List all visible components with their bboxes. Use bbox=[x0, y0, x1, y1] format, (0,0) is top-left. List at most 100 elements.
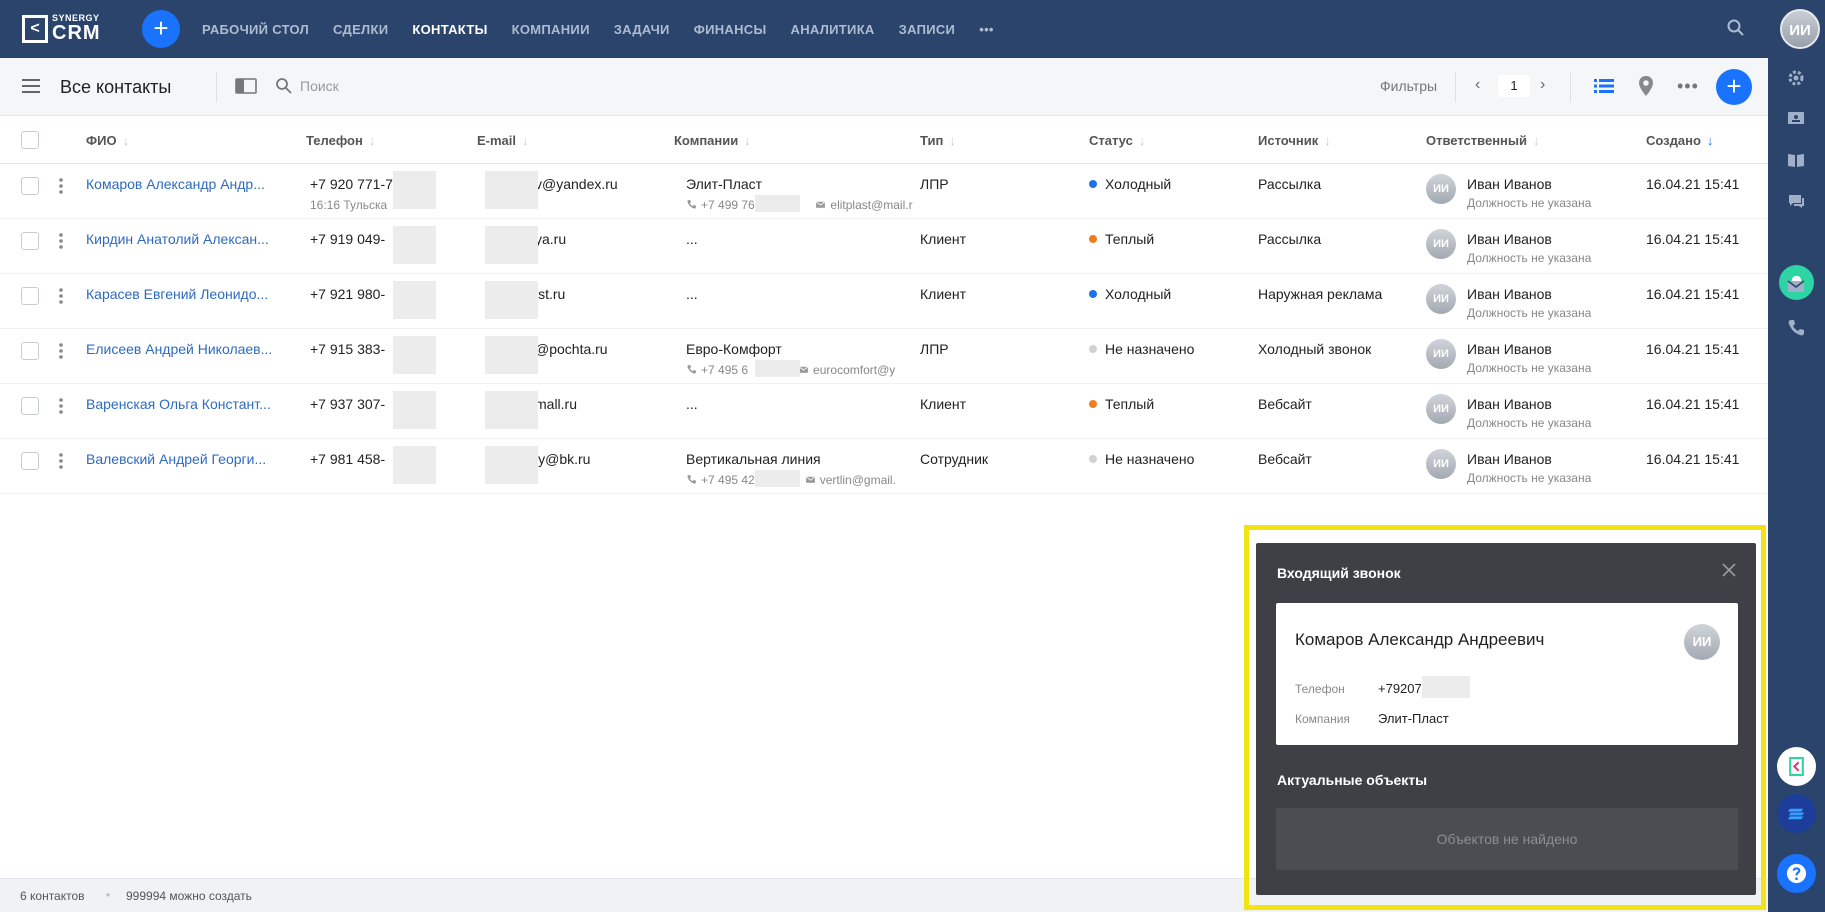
contact-email[interactable]: ya.ru bbox=[535, 231, 685, 247]
header-status[interactable]: Статус ↓ bbox=[1089, 133, 1145, 148]
caller-card[interactable]: Комаров Александр Андреевич ИИ Телефон +… bbox=[1276, 603, 1738, 745]
close-icon[interactable] bbox=[1722, 563, 1736, 577]
caller-company-value[interactable]: Элит-Пласт bbox=[1378, 711, 1449, 726]
page-number-input[interactable]: 1 bbox=[1498, 75, 1530, 97]
contact-company[interactable]: Вертикальная линия bbox=[686, 451, 926, 467]
stack-app-button[interactable] bbox=[1777, 794, 1816, 833]
row-actions-icon[interactable] bbox=[58, 176, 64, 196]
page-prev-button[interactable]: ‹ bbox=[1475, 76, 1489, 96]
synergy-crm-logo[interactable]: < SYNERGY CRM bbox=[22, 14, 101, 43]
global-add-button[interactable]: + bbox=[142, 10, 180, 48]
book-icon[interactable] bbox=[1786, 150, 1806, 170]
gear-icon[interactable] bbox=[1786, 68, 1806, 88]
responsible-avatar: ИИ bbox=[1426, 394, 1456, 424]
contact-status[interactable]: Теплый bbox=[1089, 396, 1249, 412]
header-responsible[interactable]: Ответственный ↓ bbox=[1426, 133, 1540, 148]
row-actions-icon[interactable] bbox=[58, 286, 64, 306]
contact-phone[interactable]: +7 981 458- bbox=[310, 451, 400, 467]
search-icon[interactable] bbox=[1726, 18, 1746, 38]
contact-company[interactable]: Элит-Пласт bbox=[686, 176, 926, 192]
menu-icon[interactable] bbox=[22, 79, 40, 93]
responsible-name[interactable]: Иван Иванов bbox=[1467, 286, 1552, 302]
contact-name-link[interactable]: Варенская Ольга Констант... bbox=[86, 396, 296, 412]
contact-name-link[interactable]: Кирдин Анатолий Алексан... bbox=[86, 231, 296, 247]
redacted-block bbox=[485, 226, 538, 264]
row-checkbox[interactable] bbox=[21, 452, 39, 470]
row-actions-icon[interactable] bbox=[58, 341, 64, 361]
header-created[interactable]: Создано ↓ bbox=[1646, 133, 1713, 148]
table-row[interactable]: Карасев Евгений Леонидо... +7 921 980- lst… bbox=[0, 274, 1768, 329]
row-checkbox[interactable] bbox=[21, 397, 39, 415]
contact-email[interactable]: v@yandex.ru bbox=[535, 176, 685, 192]
panel-toggle-icon[interactable] bbox=[235, 78, 257, 94]
mail-icon[interactable] bbox=[1786, 276, 1806, 296]
row-actions-icon[interactable] bbox=[58, 396, 64, 416]
row-actions-icon[interactable] bbox=[58, 451, 64, 471]
header-email[interactable]: E-mail ↓ bbox=[477, 133, 529, 148]
contact-phone[interactable]: +7 915 383- bbox=[310, 341, 400, 357]
responsible-name[interactable]: Иван Иванов bbox=[1467, 451, 1552, 467]
row-checkbox[interactable] bbox=[21, 232, 39, 250]
nav-item-analytics[interactable]: АНАЛИТИКА bbox=[791, 22, 875, 37]
more-options-button[interactable]: ••• bbox=[1677, 76, 1699, 97]
nav-item-contacts[interactable]: КОНТАКТЫ bbox=[412, 22, 487, 37]
filters-button[interactable]: Фильтры bbox=[1380, 78, 1437, 94]
nav-item-companies[interactable]: КОМПАНИИ bbox=[512, 22, 590, 37]
responsible-name[interactable]: Иван Иванов bbox=[1467, 396, 1552, 412]
contact-status[interactable]: Теплый bbox=[1089, 231, 1249, 247]
contact-phone[interactable]: +7 919 049- bbox=[310, 231, 400, 247]
contact-name-link[interactable]: Валевский Андрей Георги... bbox=[86, 451, 296, 467]
contact-status[interactable]: Не назначено bbox=[1089, 451, 1249, 467]
help-button[interactable] bbox=[1777, 854, 1816, 893]
row-checkbox[interactable] bbox=[21, 342, 39, 360]
search-input[interactable] bbox=[300, 74, 500, 98]
responsible-name[interactable]: Иван Иванов bbox=[1467, 176, 1552, 192]
nav-item-tasks[interactable]: ЗАДАЧИ bbox=[614, 22, 670, 37]
contact-company[interactable]: Евро-Комфорт bbox=[686, 341, 926, 357]
table-row[interactable]: Комаров Александр Андр... +7 920 771-7 16:… bbox=[0, 164, 1768, 219]
user-avatar[interactable]: ИИ bbox=[1780, 9, 1820, 49]
caller-name[interactable]: Комаров Александр Андреевич bbox=[1295, 630, 1544, 650]
nav-item-desktop[interactable]: РАБОЧИЙ СТОЛ bbox=[202, 22, 309, 37]
contact-email[interactable]: mall.ru bbox=[535, 396, 685, 412]
table-row[interactable]: Елисеев Андрей Николаев... +7 915 383- @po… bbox=[0, 329, 1768, 384]
bracket-app-button[interactable] bbox=[1777, 747, 1816, 786]
header-phone[interactable]: Телефон ↓ bbox=[306, 133, 375, 148]
contact-email[interactable]: lst.ru bbox=[535, 286, 685, 302]
contact-status[interactable]: Холодный bbox=[1089, 286, 1249, 302]
contact-email[interactable]: ly@bk.ru bbox=[535, 451, 685, 467]
contact-status[interactable]: Холодный bbox=[1089, 176, 1249, 192]
nav-item-finance[interactable]: ФИНАНСЫ bbox=[694, 22, 767, 37]
nav-item-records[interactable]: ЗАПИСИ bbox=[899, 22, 956, 37]
contact-phone[interactable]: +7 937 307- bbox=[310, 396, 400, 412]
nav-more-button[interactable]: ••• bbox=[979, 22, 994, 37]
contact-phone[interactable]: +7 921 980- bbox=[310, 286, 400, 302]
map-pin-icon[interactable] bbox=[1637, 75, 1655, 97]
contact-status[interactable]: Не назначено bbox=[1089, 341, 1249, 357]
table-row[interactable]: Варенская Ольга Констант... +7 937 307- ma… bbox=[0, 384, 1768, 439]
contact-name-link[interactable]: Карасев Евгений Леонидо... bbox=[86, 286, 296, 302]
contact-phone[interactable]: +7 920 771-7 bbox=[310, 176, 400, 192]
row-actions-icon[interactable] bbox=[58, 231, 64, 251]
header-fio[interactable]: ФИО ↓ bbox=[86, 133, 129, 148]
header-companies[interactable]: Компании ↓ bbox=[674, 133, 751, 148]
contact-email[interactable]: @pochta.ru bbox=[535, 341, 685, 357]
responsible-name[interactable]: Иван Иванов bbox=[1467, 341, 1552, 357]
page-next-button[interactable]: › bbox=[1540, 76, 1554, 96]
row-checkbox[interactable] bbox=[21, 287, 39, 305]
header-type[interactable]: Тип ↓ bbox=[920, 133, 956, 148]
add-contact-button[interactable]: + bbox=[1716, 69, 1752, 105]
select-all-checkbox[interactable] bbox=[21, 131, 39, 149]
phone-icon[interactable] bbox=[1786, 318, 1806, 338]
contact-card-icon[interactable] bbox=[1786, 108, 1806, 128]
nav-item-deals[interactable]: СДЕЛКИ bbox=[333, 22, 388, 37]
header-source[interactable]: Источник ↓ bbox=[1258, 133, 1331, 148]
contact-name-link[interactable]: Елисеев Андрей Николаев... bbox=[86, 341, 296, 357]
chat-icon[interactable] bbox=[1786, 191, 1806, 211]
table-row[interactable]: Валевский Андрей Георги... +7 981 458- ly@… bbox=[0, 439, 1768, 494]
row-checkbox[interactable] bbox=[21, 177, 39, 195]
list-view-icon[interactable] bbox=[1594, 78, 1614, 94]
responsible-name[interactable]: Иван Иванов bbox=[1467, 231, 1552, 247]
table-row[interactable]: Кирдин Анатолий Алексан... +7 919 049- ya.… bbox=[0, 219, 1768, 274]
contact-name-link[interactable]: Комаров Александр Андр... bbox=[86, 176, 296, 192]
